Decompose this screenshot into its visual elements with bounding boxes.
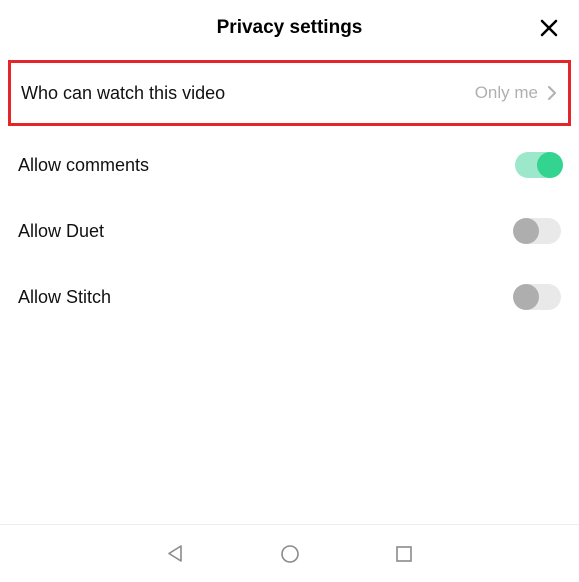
allow-comments-toggle[interactable] bbox=[515, 152, 561, 178]
settings-list: Who can watch this video Only me Allow c… bbox=[0, 56, 579, 524]
who-can-watch-row[interactable]: Who can watch this video Only me bbox=[8, 60, 571, 126]
nav-recent-button[interactable] bbox=[392, 542, 416, 566]
toggle-knob bbox=[513, 218, 539, 244]
who-can-watch-label: Who can watch this video bbox=[21, 83, 225, 104]
toggle-knob bbox=[513, 284, 539, 310]
allow-comments-label: Allow comments bbox=[18, 155, 149, 176]
allow-duet-label: Allow Duet bbox=[18, 221, 104, 242]
triangle-back-icon bbox=[166, 544, 185, 563]
who-can-watch-right: Only me bbox=[475, 83, 558, 103]
nav-back-button[interactable] bbox=[164, 542, 188, 566]
allow-stitch-label: Allow Stitch bbox=[18, 287, 111, 308]
who-can-watch-value: Only me bbox=[475, 83, 538, 103]
toggle-knob bbox=[537, 152, 563, 178]
square-recent-icon bbox=[395, 545, 413, 563]
allow-duet-row: Allow Duet bbox=[4, 198, 575, 264]
android-navbar bbox=[0, 524, 579, 582]
allow-stitch-toggle[interactable] bbox=[515, 284, 561, 310]
allow-duet-toggle[interactable] bbox=[515, 218, 561, 244]
close-icon bbox=[540, 19, 558, 37]
allow-stitch-row: Allow Stitch bbox=[4, 264, 575, 330]
allow-comments-row: Allow comments bbox=[4, 132, 575, 198]
close-button[interactable] bbox=[537, 16, 561, 40]
header: Privacy settings bbox=[0, 0, 579, 56]
circle-home-icon bbox=[280, 544, 300, 564]
page-title: Privacy settings bbox=[217, 17, 363, 39]
nav-home-button[interactable] bbox=[278, 542, 302, 566]
chevron-right-icon bbox=[546, 85, 558, 101]
